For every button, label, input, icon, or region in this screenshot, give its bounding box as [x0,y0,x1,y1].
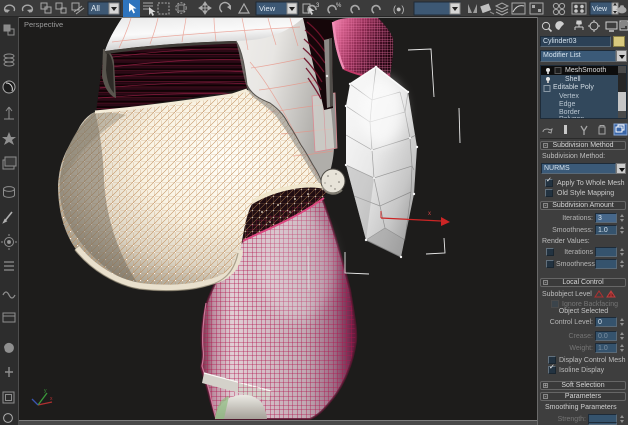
svg-text:All: All [91,4,100,13]
svg-text:View: View [592,6,608,13]
svg-text:View: View [259,4,276,13]
svg-text:(●): (●) [393,4,404,14]
svg-text:Perspective: Perspective [24,20,63,29]
svg-text:x: x [428,211,431,217]
svg-text:3: 3 [316,3,320,9]
svg-text:%: % [336,3,342,9]
